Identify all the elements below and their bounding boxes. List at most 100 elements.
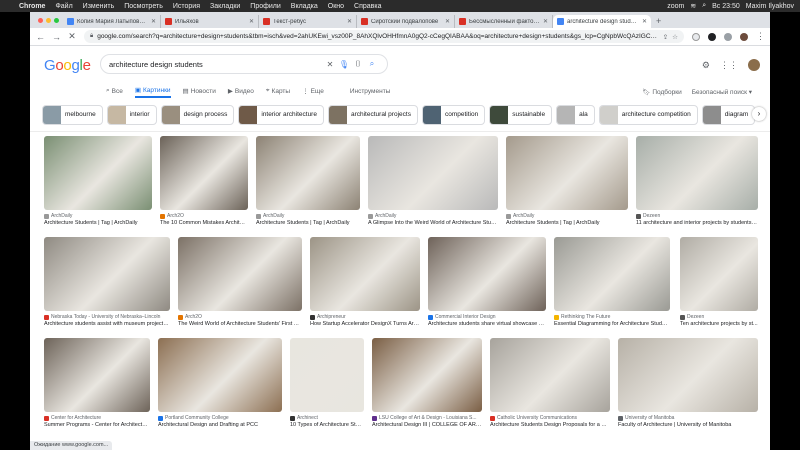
result-thumbnail[interactable]: [680, 237, 758, 311]
result-thumbnail[interactable]: [506, 136, 628, 210]
result-caption[interactable]: Essential Diagramming for Architecture S…: [554, 321, 670, 327]
image-result[interactable]: Dezeen 11 architecture and interior proje…: [636, 136, 758, 226]
result-thumbnail[interactable]: [256, 136, 360, 210]
related-chip[interactable]: architectural projects: [327, 104, 418, 125]
menu-view[interactable]: Посмотреть: [119, 3, 168, 10]
menu-edit[interactable]: Изменить: [78, 3, 120, 10]
address-bar[interactable]: 🔒︎ google.com/search?q=architecture+desi…: [84, 30, 684, 43]
image-result[interactable]: Archinect 10 Types of Architecture Stude.…: [290, 338, 364, 428]
image-result[interactable]: University of Manitoba Faculty of Archite…: [618, 338, 758, 428]
result-thumbnail[interactable]: [554, 237, 670, 311]
result-caption[interactable]: 11 architecture and interior projects by…: [636, 220, 758, 226]
result-thumbnail[interactable]: [372, 338, 482, 412]
clear-icon[interactable]: ✕: [323, 60, 337, 69]
zoom-status[interactable]: zoom: [667, 3, 684, 10]
google-logo[interactable]: Google: [44, 57, 91, 74]
image-result[interactable]: Dezeen Ten architecture projects by st...: [680, 237, 758, 327]
result-caption[interactable]: A Glimpse Into the Weird World of Archit…: [368, 220, 498, 226]
search-icon[interactable]: ⌕: [365, 59, 379, 69]
image-result[interactable]: Catholic University Communications Archit…: [490, 338, 610, 428]
result-thumbnail[interactable]: [310, 237, 420, 311]
related-chip[interactable]: interior architecture: [238, 104, 324, 125]
image-result[interactable]: Commercial Interior Design Architecture s…: [428, 237, 546, 327]
result-caption[interactable]: Architecture students share virtual show…: [428, 321, 546, 327]
result-source[interactable]: LSU College of Art & Design - Louisiana …: [372, 415, 482, 421]
result-thumbnail[interactable]: [178, 237, 302, 311]
close-tab-icon[interactable]: ✕: [543, 18, 548, 25]
image-result[interactable]: Nebraska Today - University of Nebraska–…: [44, 237, 170, 327]
result-caption[interactable]: The Weird World of Architecture Students…: [178, 321, 302, 327]
safesearch-link[interactable]: Безопасный поиск ▾: [692, 88, 752, 96]
image-result[interactable]: ArchDaily Architecture Students | Tag | A…: [506, 136, 628, 226]
search-input[interactable]: architecture design students: [109, 60, 323, 69]
account-avatar[interactable]: [748, 59, 760, 71]
related-chip[interactable]: architecture competition: [598, 104, 698, 125]
result-source[interactable]: ArchDaily: [368, 213, 498, 219]
settings-gear-icon[interactable]: ⚙: [702, 60, 710, 71]
search-box[interactable]: architecture design students ✕ 🎙︎ ⌷ ⌕: [100, 54, 388, 74]
result-thumbnail[interactable]: [290, 338, 364, 412]
maximize-window-button[interactable]: [54, 17, 59, 23]
tab-images[interactable]: ▣ Картинки: [134, 84, 171, 98]
related-chip[interactable]: diagram: [701, 104, 756, 125]
result-source[interactable]: Rethinking The Future: [554, 314, 670, 320]
menu-profiles[interactable]: Профили: [245, 3, 285, 10]
user-name[interactable]: Maxim Ilyakhov: [746, 3, 794, 10]
result-thumbnail[interactable]: [428, 237, 546, 311]
image-result[interactable]: ArchDaily Architecture Students | Tag | A…: [44, 136, 152, 226]
image-result[interactable]: Arch2O The Weird World of Architecture St…: [178, 237, 302, 327]
tab-more[interactable]: ⋮ Еще: [302, 84, 324, 98]
result-source[interactable]: Center for Architecture: [44, 415, 150, 421]
result-thumbnail[interactable]: [158, 338, 282, 412]
result-source[interactable]: Arch2O: [160, 213, 248, 219]
result-source[interactable]: University of Manitoba: [618, 415, 758, 421]
result-source[interactable]: Dezeen: [680, 314, 758, 320]
back-icon[interactable]: ←: [36, 32, 45, 42]
result-source[interactable]: Nebraska Today - University of Nebraska–…: [44, 314, 170, 320]
result-caption[interactable]: Summer Programs - Center for Architectur…: [44, 422, 150, 428]
apps-grid-icon[interactable]: ⋮⋮: [720, 60, 738, 71]
menu-app-name[interactable]: Chrome: [14, 3, 50, 10]
result-source[interactable]: Archipreneur: [310, 314, 420, 320]
tab-maps[interactable]: ⌖ Карты: [266, 84, 290, 98]
close-tab-icon[interactable]: ✕: [642, 18, 647, 25]
result-caption[interactable]: Architecture Students | Tag | ArchDaily: [506, 220, 628, 226]
result-source[interactable]: Portland Community College: [158, 415, 282, 421]
result-source[interactable]: Archinect: [290, 415, 364, 421]
tab-news[interactable]: ▤ Новости: [183, 84, 216, 98]
result-source[interactable]: Catholic University Communications: [490, 415, 610, 421]
result-source[interactable]: ArchDaily: [506, 213, 628, 219]
related-chip[interactable]: ala: [556, 104, 595, 125]
result-thumbnail[interactable]: [44, 136, 152, 210]
image-result[interactable]: ArchDaily A Glimpse Into the Weird World …: [368, 136, 498, 226]
result-caption[interactable]: Architecture Students | Tag | ArchDaily: [44, 220, 152, 226]
menu-bookmarks[interactable]: Закладки: [205, 3, 245, 10]
tools-button[interactable]: Инструменты: [350, 84, 391, 98]
microphone-icon[interactable]: 🎙︎: [337, 60, 351, 69]
related-chip[interactable]: sustainable: [489, 104, 553, 125]
close-tab-icon[interactable]: ✕: [151, 18, 156, 25]
result-source[interactable]: Dezeen: [636, 213, 758, 219]
result-caption[interactable]: 10 Types of Architecture Stude...: [290, 422, 364, 428]
related-chip[interactable]: competition: [421, 104, 486, 125]
related-chip[interactable]: design process: [160, 104, 235, 125]
result-source[interactable]: ArchDaily: [44, 213, 152, 219]
image-result[interactable]: LSU College of Art & Design - Louisiana …: [372, 338, 482, 428]
result-thumbnail[interactable]: [44, 338, 150, 412]
result-caption[interactable]: Architecture Students Design Proposals f…: [490, 422, 610, 428]
result-source[interactable]: Commercial Interior Design: [428, 314, 546, 320]
result-caption[interactable]: How Startup Accelerator DesignX Turns Ar…: [310, 321, 420, 327]
menu-help[interactable]: Справка: [349, 3, 386, 10]
close-tab-icon[interactable]: ✕: [445, 18, 450, 25]
result-caption[interactable]: Faculty of Architecture | University of …: [618, 422, 758, 428]
browser-tab[interactable]: Сиротский подвалопове ✕: [357, 15, 455, 28]
result-caption[interactable]: Architecture students assist with museum…: [44, 321, 170, 327]
browser-tab[interactable]: Копия Мария Латыпова — кул ✕: [63, 15, 161, 28]
image-result[interactable]: Portland Community College Architectural …: [158, 338, 282, 428]
menu-file[interactable]: Файл: [50, 3, 77, 10]
browser-tab-active[interactable]: architecture design students ✕: [553, 15, 651, 28]
extensions-puzzle-icon[interactable]: [724, 32, 732, 41]
clock[interactable]: Вс 23:50: [712, 3, 740, 10]
result-caption[interactable]: Architecture Students | Tag | ArchDaily: [256, 220, 360, 226]
camera-icon[interactable]: ⌷: [351, 59, 365, 69]
